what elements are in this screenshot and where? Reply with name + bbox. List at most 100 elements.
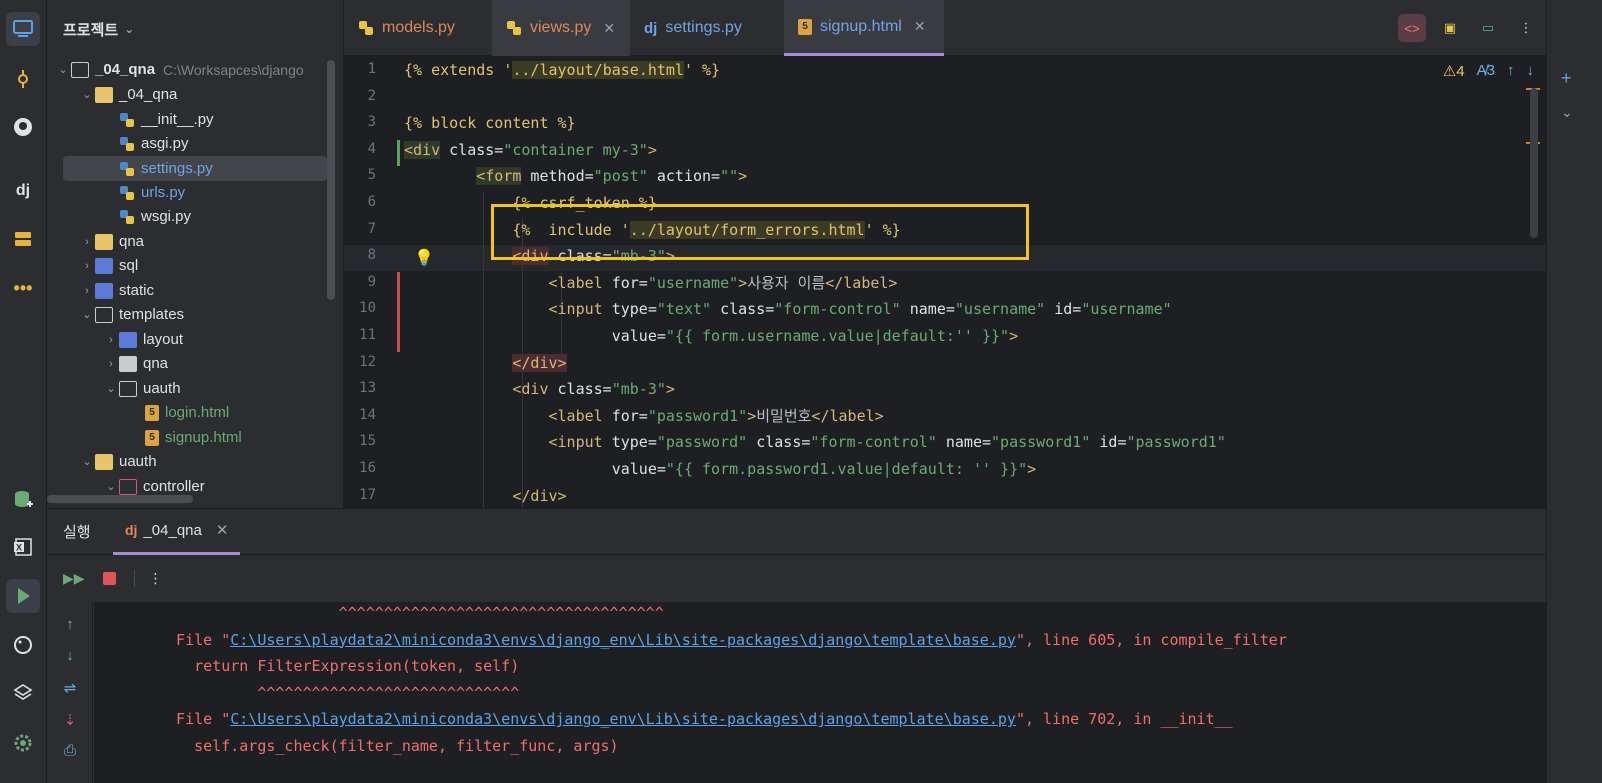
arrow-down-icon[interactable]: ↓ bbox=[1527, 62, 1535, 80]
expand-arrow-icon[interactable]: ⌄ bbox=[55, 63, 71, 76]
more-tools-button[interactable]: ••• bbox=[6, 271, 40, 305]
add-icon[interactable]: + bbox=[1561, 68, 1572, 89]
python-console-icon bbox=[14, 636, 32, 654]
settings-tool-button[interactable] bbox=[6, 726, 40, 760]
run-tool-button[interactable] bbox=[6, 579, 40, 613]
run-tab-04-qna[interactable]: dj _04_qna ✕ bbox=[113, 509, 241, 555]
code-line[interactable]: {% extends '../layout/base.html' %} bbox=[404, 57, 720, 83]
tree-item-settings[interactable]: settings.py bbox=[63, 156, 327, 181]
code-line[interactable]: value="{{ form.username.value|default:''… bbox=[404, 323, 1018, 349]
typo-count[interactable]: A̸3 bbox=[1477, 62, 1495, 80]
warning-count[interactable]: ⚠4 bbox=[1443, 62, 1465, 80]
code-line[interactable]: </div> bbox=[404, 483, 566, 508]
code-line[interactable]: </div> bbox=[404, 350, 567, 376]
chevron-down-icon[interactable]: ⌄ bbox=[1561, 104, 1573, 121]
tree-item-templates-uauth[interactable]: ⌄ uauth bbox=[47, 376, 337, 401]
console-output[interactable]: ^^^^^^^^^^^^^^^^^^^^^^^^^^^^^^^^^^^^ Fil… bbox=[94, 602, 1546, 783]
tab-settings-py[interactable]: dj settings.py bbox=[630, 0, 784, 56]
expand-arrow-icon[interactable]: ⌄ bbox=[103, 382, 119, 395]
expand-arrow-icon[interactable]: ⌄ bbox=[79, 455, 95, 468]
code-line[interactable]: <div class="container my-3"> bbox=[404, 137, 657, 163]
arrow-up-icon[interactable]: ↑ bbox=[60, 616, 80, 633]
annotation-highlight-box bbox=[491, 204, 1029, 260]
tree-label: asgi.py bbox=[141, 135, 189, 152]
tab-signup-html[interactable]: 5 signup.html ✕ bbox=[784, 0, 944, 56]
project-tool-button[interactable] bbox=[6, 12, 40, 46]
project-header[interactable]: 프로젝트 ⌄ bbox=[47, 0, 343, 58]
kebab-menu-icon[interactable]: ⋮ bbox=[133, 569, 163, 587]
code-line[interactable]: <div class="mb-3"> bbox=[404, 376, 675, 402]
code-line[interactable]: <form method="post" action=""> bbox=[404, 163, 747, 189]
arrow-down-icon[interactable]: ↓ bbox=[60, 647, 80, 664]
code-line[interactable]: {% block content %} bbox=[404, 110, 576, 136]
tab-views-py[interactable]: views.py ✕ bbox=[492, 0, 630, 56]
tree-label: signup.html bbox=[165, 429, 242, 446]
tree-item-templates-qna[interactable]: › qna bbox=[47, 351, 337, 376]
expand-arrow-icon[interactable]: ⌄ bbox=[79, 88, 95, 101]
tree-item-templates[interactable]: ⌄ templates bbox=[47, 302, 337, 327]
close-icon[interactable]: ✕ bbox=[603, 20, 615, 37]
expand-arrow-icon[interactable]: ⌄ bbox=[79, 308, 95, 321]
tree-item-qna[interactable]: › qna bbox=[47, 229, 337, 254]
tree-item-signup-html[interactable]: 5 signup.html bbox=[47, 425, 337, 450]
code-line[interactable]: <label for="username">사용자 이름</label> bbox=[404, 270, 898, 296]
code-view-button[interactable]: <> bbox=[1398, 14, 1426, 42]
expand-arrow-icon[interactable]: › bbox=[79, 260, 95, 272]
code-line[interactable]: <label for="password1">비밀번호</label> bbox=[404, 403, 884, 429]
tree-item-layout[interactable]: › layout bbox=[47, 327, 337, 352]
tree-item-urls[interactable]: urls.py bbox=[47, 180, 337, 205]
tree-item-uauth[interactable]: ⌄ uauth bbox=[47, 449, 337, 474]
console-file-link[interactable]: C:\Users\playdata2\miniconda3\envs\djang… bbox=[230, 631, 1016, 649]
preview-button[interactable]: ▭ bbox=[1474, 14, 1502, 42]
close-icon[interactable]: ✕ bbox=[216, 521, 229, 539]
rerun-icon[interactable]: ▶▶ bbox=[63, 570, 85, 587]
tree-item-sql[interactable]: › sql bbox=[47, 253, 337, 278]
chevron-down-icon[interactable]: ⌄ bbox=[124, 22, 134, 36]
services-tool-button[interactable] bbox=[6, 222, 40, 256]
excel-tool-button[interactable]: X bbox=[6, 530, 40, 564]
soft-wrap-icon[interactable]: ⇌ bbox=[60, 679, 80, 697]
scroll-to-end-icon[interactable]: ⇣ bbox=[60, 711, 80, 729]
expand-arrow-icon[interactable]: › bbox=[79, 236, 95, 248]
expand-arrow-icon[interactable]: › bbox=[103, 358, 119, 370]
code-token: "" bbox=[720, 167, 739, 186]
editor-scrollbar[interactable] bbox=[1530, 88, 1538, 238]
tree-item-static[interactable]: › static bbox=[47, 278, 337, 303]
code-line[interactable]: value="{{ form.password1.value|default: … bbox=[404, 456, 1036, 482]
code-token: id= bbox=[1045, 300, 1082, 319]
expand-arrow-icon[interactable]: › bbox=[103, 334, 119, 346]
project-horizontal-scrollbar[interactable] bbox=[47, 495, 193, 503]
lightbulb-icon[interactable]: 💡 bbox=[414, 248, 434, 267]
console-file-link[interactable]: C:\Users\playdata2\miniconda3\envs\djang… bbox=[230, 710, 1016, 728]
code-token: "container my-3" bbox=[503, 140, 648, 159]
python-console-button[interactable] bbox=[6, 628, 40, 662]
django-structure-button[interactable]: dj bbox=[6, 174, 40, 208]
tree-item-login-html[interactable]: 5 login.html bbox=[47, 400, 337, 425]
more-options-button[interactable]: ⋮ bbox=[1512, 14, 1540, 42]
code-editor[interactable]: 1 2 3 4 5 6 7 8 9 10 11 12 13 14 15 16 17 {% extends '..… bbox=[344, 56, 1546, 508]
arrow-up-icon[interactable]: ↑ bbox=[1507, 62, 1515, 80]
more-icon: ••• bbox=[13, 277, 33, 298]
tree-root[interactable]: ⌄ _04_qna C:\Worksapces\django bbox=[47, 57, 337, 82]
split-view-button[interactable]: ▣ bbox=[1436, 14, 1464, 42]
line-gutter: 1 2 3 4 5 6 7 8 9 10 11 12 13 14 15 16 17 bbox=[344, 56, 394, 508]
expand-arrow-icon[interactable]: › bbox=[79, 285, 95, 297]
github-tool-button[interactable] bbox=[6, 110, 40, 144]
code-line[interactable]: <input type="password" class="form-contr… bbox=[404, 429, 1226, 455]
close-icon[interactable]: ✕ bbox=[914, 18, 926, 35]
inspection-widget[interactable]: ⚠4 A̸3 ↑ ↓ bbox=[1443, 62, 1534, 80]
code-line[interactable]: <input type="text" class="form-control" … bbox=[404, 296, 1172, 322]
commit-tool-button[interactable] bbox=[6, 62, 40, 96]
expand-arrow-icon[interactable]: ⌄ bbox=[103, 480, 119, 493]
tab-models-py[interactable]: models.py bbox=[344, 0, 492, 56]
stop-icon[interactable] bbox=[102, 571, 116, 585]
layers-tool-button[interactable] bbox=[6, 676, 40, 710]
print-icon[interactable]: ⎙ bbox=[60, 742, 80, 759]
tree-item-asgi[interactable]: asgi.py bbox=[47, 131, 337, 156]
tree-item-init[interactable]: __init__.py bbox=[47, 107, 337, 132]
tree-item-wsgi[interactable]: wsgi.py bbox=[47, 204, 337, 229]
database-tool-button[interactable] bbox=[6, 482, 40, 516]
project-vertical-scrollbar[interactable] bbox=[327, 60, 335, 300]
excel-icon: X bbox=[14, 538, 32, 556]
tree-item-_04_qna[interactable]: ⌄ _04_qna bbox=[47, 82, 337, 107]
